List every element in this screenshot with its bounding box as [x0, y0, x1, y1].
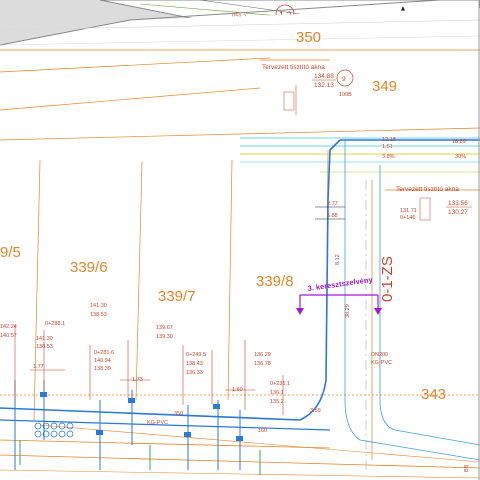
manhole-upper-chainage: 100B [339, 92, 352, 98]
manhole-upper-label: Tervezett tisztító akna [262, 64, 325, 71]
conn-2-station: 0+288.1 [45, 321, 65, 327]
manhole-upper-number: 9 [342, 76, 346, 83]
conn-6-station: 0+249.5 [186, 352, 206, 358]
measure-m6: 3.8% [382, 154, 395, 160]
conn-6-e2: 136.33 [186, 370, 203, 376]
parcel-343: 343 [421, 386, 446, 403]
manhole-right-elev-bottom: 130.27 [448, 209, 468, 216]
label-160: 160 [258, 428, 267, 434]
conn-8-e2: 135.2 [270, 399, 284, 405]
conn-6-e1: 138.43 [186, 361, 203, 367]
conn-3-e2: 138.53 [90, 312, 107, 318]
label-1-77: 1.77 [33, 364, 44, 370]
measure-m3: 12.18 [382, 137, 396, 143]
site-plan-drawing: 059.7 1.2 [0, 0, 480, 480]
conn-1-e2: 140.57 [0, 333, 17, 339]
conn-2-e1: 141.30 [36, 336, 53, 342]
manhole-right-elev-top: 133.56 [448, 200, 468, 207]
pipe-diameter: DN200 [371, 352, 388, 358]
measure-m5: 18.89 [452, 139, 466, 145]
road-name: 0-1-ZS [379, 256, 396, 302]
plan-viewport[interactable]: 059.7 1.2 [0, 0, 480, 480]
pipe-material: KG-PVC [371, 360, 392, 366]
main-sheet [0, 0, 480, 480]
conn-7-e1: 136.29 [254, 352, 271, 358]
conn-2-e2: 138.53 [36, 344, 53, 350]
manhole-upper-elev-bottom: 132.13 [314, 82, 334, 89]
conn-5-e2: 139.30 [156, 334, 173, 340]
measure-m9: 0+146 [400, 215, 415, 221]
label-bb: BB [464, 464, 470, 472]
label-1-60: 1.60 [232, 387, 243, 393]
parcel-350: 350 [296, 29, 321, 46]
parcel-339-8: 339/8 [256, 273, 294, 290]
conn-4-e1: 140.94 [94, 358, 111, 364]
measure-m2: 6.88 [327, 213, 338, 219]
manhole-upper-elev-top: 134.88 [314, 73, 334, 80]
parcel-349: 349 [372, 78, 397, 95]
conn-4-e2: 138.39 [94, 366, 111, 372]
conn-5-e1: 139.67 [156, 325, 173, 331]
pipe-kg-label: KG-PVC [147, 420, 168, 426]
measure-m4: 1.51 [382, 144, 393, 150]
parcel-339-5: 9/5 [0, 244, 21, 261]
conn-7-e2: 136.78 [254, 361, 271, 367]
parcel-339-6: 339/6 [70, 259, 108, 276]
label-1-73: 1.73 [132, 377, 143, 383]
parcel-339-7: 339/7 [158, 288, 196, 305]
conn-3-e1: 141.30 [90, 303, 107, 309]
label-350: 350 [174, 411, 183, 417]
measure-m8: 131.71 [400, 208, 417, 214]
conn-4-station: 0+281.6 [94, 350, 114, 356]
label-3-59: 3.59 [310, 408, 321, 414]
conn-8-e1: 136.1 [270, 390, 284, 396]
conn-1-e1: 142.24 [0, 324, 17, 330]
measure-m1: 2.77 [327, 201, 338, 207]
pipe-slope-1: 8.12 [335, 254, 341, 265]
pipe-slope-2: 38.29 [345, 304, 351, 318]
conn-8-station: 0+231.1 [270, 381, 290, 387]
manhole-right-label: Tervezett tisztító akna [396, 186, 459, 193]
measure-m7: 30% [455, 154, 466, 160]
